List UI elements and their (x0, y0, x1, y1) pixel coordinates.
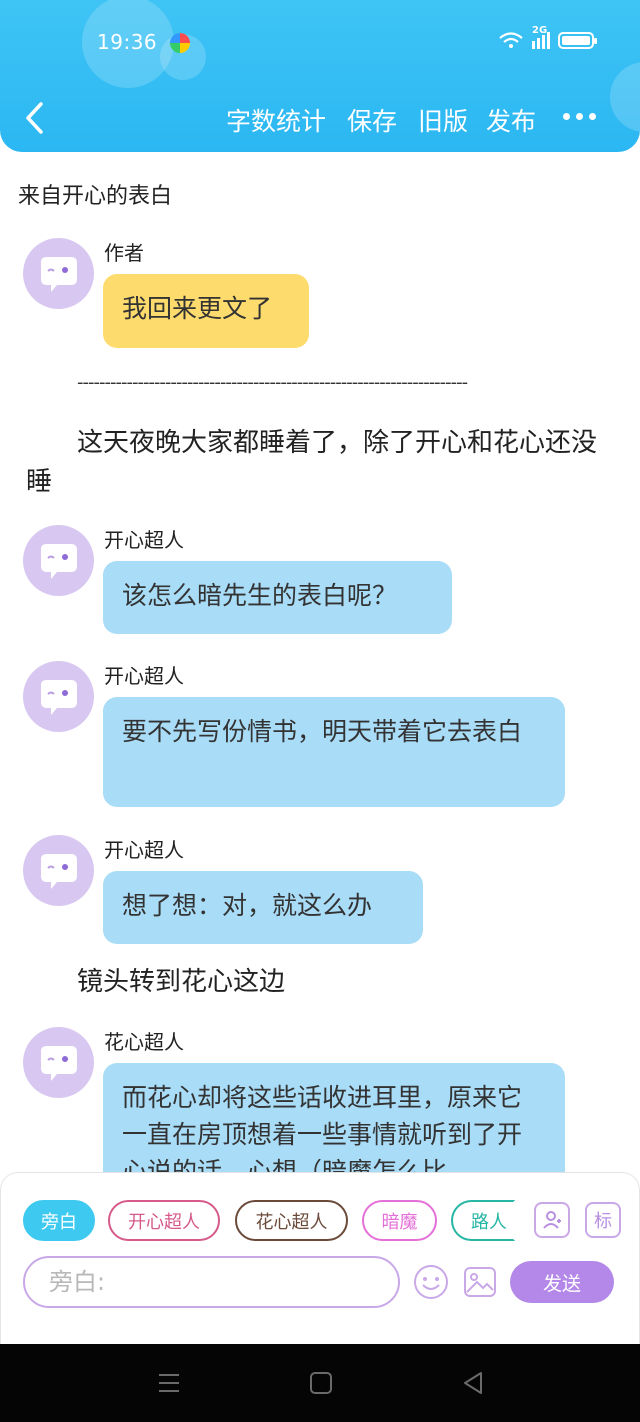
menu-icon[interactable] (156, 1370, 182, 1396)
network-type: 2G (532, 25, 548, 36)
chat-bubble-face-icon (41, 854, 77, 889)
home-icon[interactable] (308, 1370, 334, 1396)
status-time: 19:36 (97, 30, 158, 54)
chat-bubble-face-icon (41, 257, 77, 292)
avatar[interactable] (23, 525, 94, 596)
message-bubble[interactable]: 我回来更文了 (103, 274, 309, 348)
send-button[interactable]: 发送 (510, 1261, 614, 1303)
wifi-icon (499, 32, 523, 48)
message-bubble[interactable]: 该怎么暗先生的表白呢？ (103, 561, 452, 634)
narration-text[interactable]: 镜头转到花心这边 (77, 963, 285, 1002)
status-indicators: 2G (498, 25, 597, 50)
message-bubble[interactable]: 想了想：对，就这么办 (103, 871, 423, 944)
more-options-button[interactable] (563, 113, 596, 120)
add-role-icon[interactable] (534, 1202, 570, 1238)
speaker-name: 花心超人 (104, 1030, 184, 1054)
word-count-button[interactable]: 字数统计 (226, 102, 326, 138)
header-actions: 字数统计 保存 旧版 发布 (0, 102, 640, 136)
avatar[interactable] (23, 238, 94, 309)
tag-icon[interactable]: 标 (585, 1202, 621, 1238)
speaker-name: 开心超人 (104, 664, 184, 688)
save-button[interactable]: 保存 (347, 102, 397, 138)
narration-text[interactable]: 这天夜晚大家都睡着了，除了开心和花心还没睡 (26, 424, 606, 502)
page-title: 来自开心的表白 (18, 184, 173, 209)
role-chip-kaixin[interactable]: 开心超人 (108, 1200, 220, 1241)
chat-bubble-face-icon (41, 544, 77, 579)
battery-icon (558, 31, 597, 49)
role-chip-anmo[interactable]: 暗魔 (362, 1200, 437, 1241)
speaker-name: 开心超人 (104, 838, 184, 862)
message-input[interactable] (23, 1256, 400, 1308)
person-icon (543, 1211, 561, 1229)
back-triangle-icon[interactable] (460, 1370, 486, 1396)
system-nav-bar (0, 1344, 640, 1422)
publish-button[interactable]: 发布 (486, 102, 536, 138)
image-icon[interactable] (462, 1264, 498, 1300)
app-header: 19:36 2G 字数统计 保存 旧版 发布 (0, 0, 640, 152)
avatar[interactable] (23, 1027, 94, 1098)
role-chip-huaxin[interactable]: 花心超人 (235, 1200, 348, 1241)
avatar[interactable] (23, 661, 94, 732)
chat-bubble-face-icon (41, 680, 77, 715)
chat-bubble-face-icon (41, 1046, 77, 1081)
message-bubble[interactable]: 要不先写份情书，明天带着它去表白 (103, 697, 565, 807)
speaker-name: 开心超人 (104, 528, 184, 552)
role-chip-narrator[interactable]: 旁白 (23, 1200, 95, 1241)
app-notification-icon (170, 33, 190, 53)
avatar[interactable] (23, 835, 94, 906)
role-chip-luren[interactable]: 路人 (451, 1200, 515, 1241)
emoji-icon[interactable] (413, 1264, 449, 1300)
old-version-button[interactable]: 旧版 (418, 102, 468, 138)
divider: ----------------------------------------… (77, 372, 468, 393)
speaker-name: 作者 (104, 241, 144, 265)
cell-signal-icon: 2G (532, 25, 550, 49)
